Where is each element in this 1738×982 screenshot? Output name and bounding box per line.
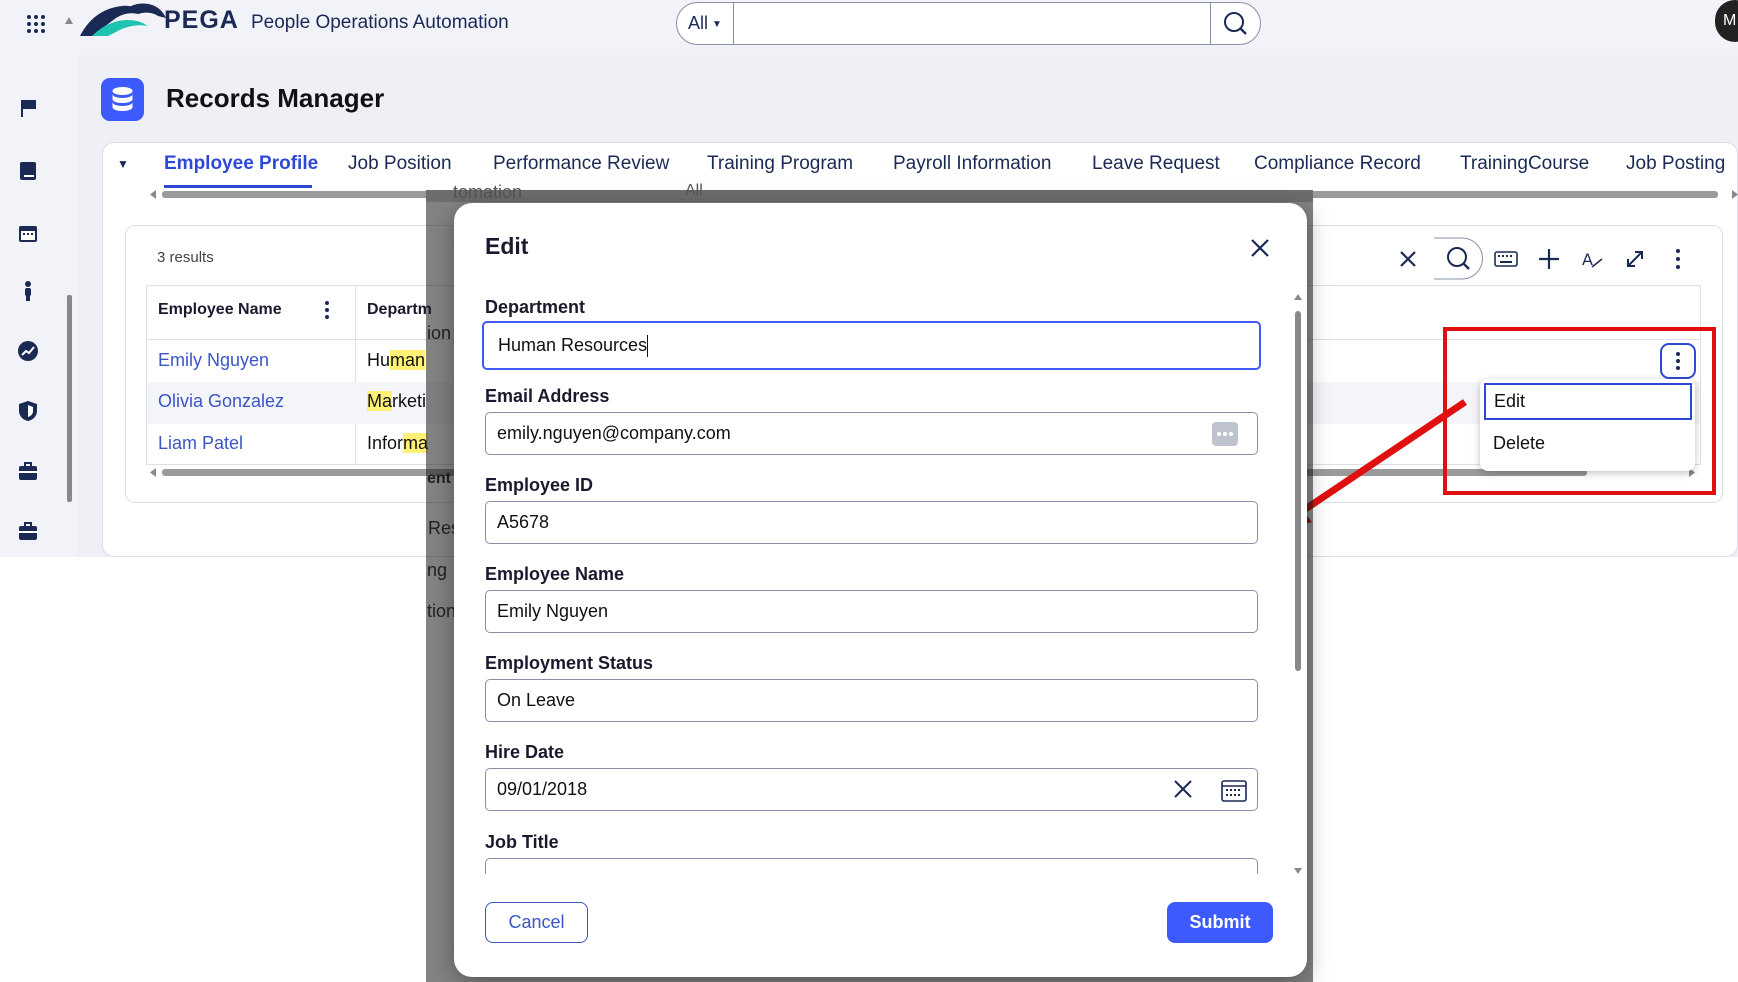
dept-highlight: man	[390, 350, 426, 370]
modal-scrollbar[interactable]	[1293, 293, 1303, 875]
shield-icon[interactable]	[17, 400, 39, 422]
briefcase-icon[interactable]	[17, 520, 39, 542]
flag-icon[interactable]	[17, 97, 39, 119]
calendar-icon[interactable]	[1221, 778, 1247, 802]
dept-highlight: Ma	[367, 391, 393, 411]
pega-logo	[80, 3, 166, 37]
submit-button[interactable]: Submit	[1167, 902, 1273, 943]
employee-id-field[interactable]: A5678	[485, 501, 1258, 544]
employee-name-link[interactable]: Olivia Gonzalez	[158, 391, 284, 412]
department-cell: Marketi	[367, 391, 426, 412]
employee-name-value: Emily Nguyen	[497, 601, 609, 621]
tab-payroll-information[interactable]: Payroll Information	[893, 153, 1051, 175]
tab-training-program[interactable]: Training Program	[707, 153, 853, 175]
background-fragment: ng	[427, 560, 448, 580]
employment-status-label: Employment Status	[485, 653, 654, 673]
hire-date-value: 09/01/2018	[497, 779, 588, 799]
search-button[interactable]	[1210, 3, 1260, 44]
trend-icon[interactable]	[17, 340, 39, 362]
active-tab-indicator	[164, 185, 312, 188]
background-fragment: All	[685, 182, 703, 199]
app-name: People Operations Automation	[251, 12, 509, 33]
column-header-department[interactable]: Departm	[367, 301, 432, 319]
job-title-field[interactable]	[485, 858, 1258, 874]
clear-date-icon[interactable]	[1170, 777, 1196, 801]
tab-job-position[interactable]: Job Position	[348, 153, 452, 175]
tab-compliance-record[interactable]: Compliance Record	[1254, 153, 1421, 175]
job-title-label: Job Title	[485, 832, 559, 852]
password-manager-icon[interactable]	[1212, 422, 1238, 446]
tab-performance-review[interactable]: Performance Review	[493, 153, 669, 175]
column-menu-icon[interactable]	[322, 300, 332, 320]
briefcase-icon[interactable]	[17, 460, 39, 482]
search-scope-value: All	[688, 13, 709, 33]
cancel-button[interactable]: Cancel	[485, 902, 588, 943]
personalize-icon[interactable]: A	[1578, 245, 1606, 273]
search-icon	[1224, 12, 1247, 35]
employee-name-label: Employee Name	[485, 564, 625, 584]
keyboard-icon[interactable]	[1492, 245, 1520, 273]
modal-title: Edit	[485, 233, 529, 259]
column-header-employee-name[interactable]: Employee Name	[158, 301, 282, 319]
employee-name-field[interactable]: Emily Nguyen	[485, 590, 1258, 633]
more-options-icon[interactable]	[1664, 245, 1692, 273]
tab-job-posting[interactable]: Job Posting	[1626, 153, 1725, 175]
search-scope-select[interactable]: All ▼	[677, 3, 734, 44]
backdrop-strip	[426, 190, 1313, 202]
close-icon[interactable]	[1248, 236, 1272, 260]
email-value: emily.nguyen@company.com	[497, 423, 731, 443]
email-label: Email Address	[485, 386, 610, 406]
annotation-highlight-box	[1443, 327, 1716, 495]
dept-text: rketi	[392, 391, 427, 411]
text-cursor	[647, 335, 649, 358]
expand-icon[interactable]	[1621, 245, 1649, 273]
results-count: 3 results	[157, 249, 214, 266]
collapse-toggle-icon[interactable]: ▼	[117, 157, 129, 171]
hire-date-label: Hire Date	[485, 742, 565, 762]
tab-leave-request[interactable]: Leave Request	[1092, 153, 1220, 175]
chevron-down-icon: ▼	[712, 18, 722, 30]
modal-body-fade	[470, 874, 1290, 894]
database-icon	[101, 78, 144, 121]
calendar-icon[interactable]	[17, 222, 39, 244]
dept-text: Hu	[367, 350, 391, 370]
global-search: All ▼	[676, 2, 1261, 45]
tab-employee-profile[interactable]: Employee Profile	[164, 153, 318, 175]
svg-text:A: A	[1582, 250, 1593, 269]
add-icon[interactable]	[1535, 245, 1563, 273]
clear-search-icon[interactable]	[1394, 245, 1422, 273]
dept-text: Infor	[367, 433, 404, 453]
department-field[interactable]: Human Resources	[482, 321, 1261, 370]
email-field[interactable]: emily.nguyen@company.com	[485, 412, 1258, 455]
book-icon[interactable]	[17, 160, 39, 182]
department-cell: Informa	[367, 433, 429, 454]
employee-name-link[interactable]: Liam Patel	[158, 433, 243, 454]
department-cell: Human	[367, 350, 426, 371]
employment-status-value: On Leave	[497, 690, 576, 710]
hire-date-field[interactable]: 09/01/2018	[485, 768, 1258, 811]
app-launcher-icon[interactable]	[26, 14, 46, 34]
department-value: Human Resources	[498, 335, 648, 355]
sidebar-scrollbar[interactable]	[64, 15, 74, 502]
employment-status-field[interactable]: On Leave	[485, 679, 1258, 722]
dept-highlight: ma	[403, 433, 429, 453]
brand-name: PEGA	[164, 6, 239, 34]
employee-name-link[interactable]: Emily Nguyen	[158, 350, 269, 371]
person-icon[interactable]	[17, 280, 39, 302]
background-fragment: ent	[427, 470, 451, 487]
table-search-button[interactable]	[1434, 237, 1484, 280]
department-label: Department	[485, 297, 586, 317]
background-fragment: ion	[427, 323, 452, 343]
tab-trainingcourse[interactable]: TrainingCourse	[1460, 153, 1589, 175]
page-title: Records Manager	[166, 83, 385, 113]
employee-id-label: Employee ID	[485, 475, 594, 495]
employee-id-value: A5678	[497, 512, 550, 532]
background-fragment: tomation	[453, 182, 523, 202]
background-fragment: tion	[427, 601, 457, 621]
